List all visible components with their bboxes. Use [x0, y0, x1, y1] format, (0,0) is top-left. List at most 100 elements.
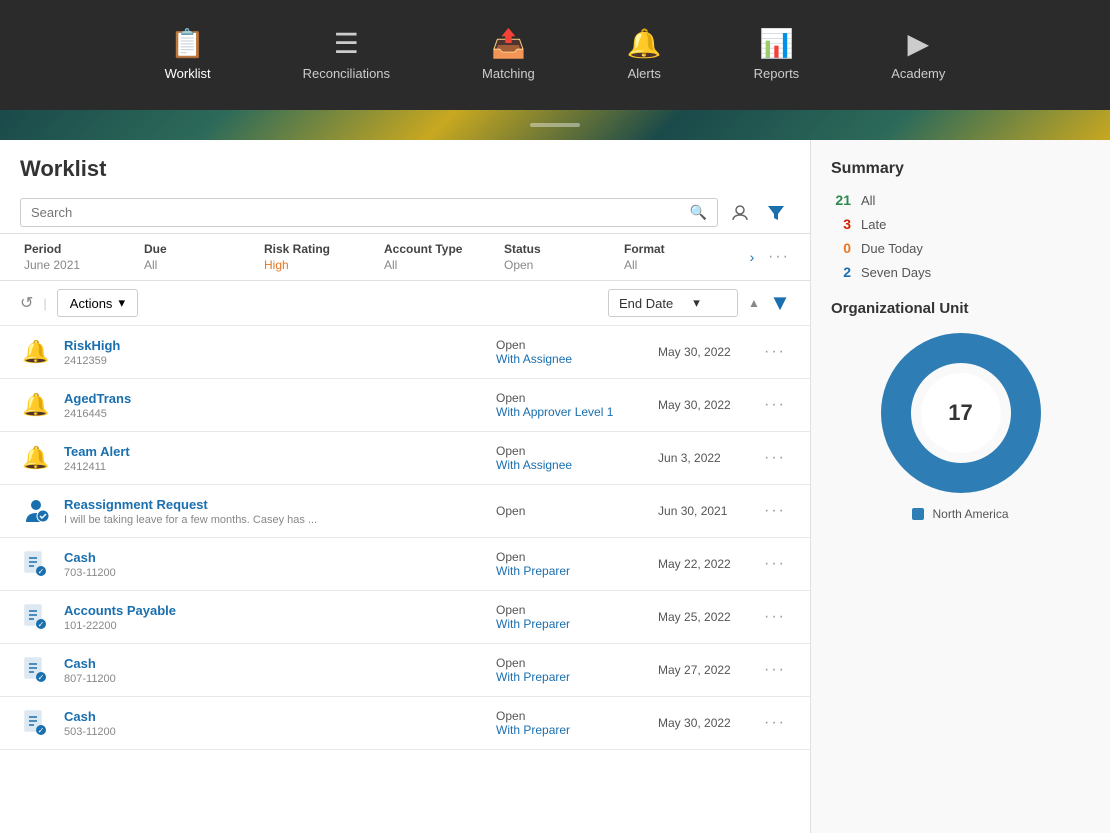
- item-menu-button[interactable]: ···: [760, 396, 790, 414]
- list-item[interactable]: ✓ Accounts Payable 101-22200 Open With P…: [0, 591, 810, 644]
- item-info: Cash 503-11200: [64, 709, 484, 738]
- item-name[interactable]: Reassignment Request: [64, 497, 208, 512]
- status-text: Open: [496, 603, 646, 617]
- list-item[interactable]: 🔔 Team Alert 2412411 Open With Assignee …: [0, 432, 810, 485]
- assignee-text: With Preparer: [496, 670, 646, 684]
- filter-period[interactable]: Period June 2021: [20, 234, 140, 280]
- status-text: Open: [496, 338, 646, 352]
- item-info: Cash 703-11200: [64, 550, 484, 579]
- banner-handle: [530, 123, 580, 127]
- filter-format[interactable]: Format All: [620, 234, 740, 280]
- refresh-button[interactable]: ↺: [20, 293, 33, 313]
- item-date: May 30, 2022: [658, 716, 748, 730]
- filter-next-icon[interactable]: ›: [740, 245, 764, 269]
- status-text: Open: [496, 444, 646, 458]
- legend-item-north-america: North America: [912, 507, 1008, 521]
- sort-controls: End Date ▾ ▲ ▼: [608, 289, 790, 317]
- assignee-text: With Preparer: [496, 617, 646, 631]
- search-bar: 🔍: [0, 192, 810, 233]
- filter-more-button[interactable]: ···: [768, 248, 790, 266]
- nav-item-reconciliations[interactable]: ☰ Reconciliations: [287, 20, 406, 91]
- item-date: Jun 30, 2021: [658, 504, 748, 518]
- item-icon-doc: ✓: [20, 654, 52, 686]
- list-item[interactable]: ✓ Cash 807-11200 Open With Preparer May …: [0, 644, 810, 697]
- item-date: May 27, 2022: [658, 663, 748, 677]
- legend-label-north-america: North America: [932, 507, 1008, 521]
- filter-due-label: Due: [144, 242, 256, 256]
- item-menu-button[interactable]: ···: [760, 555, 790, 573]
- item-date: May 30, 2022: [658, 398, 748, 412]
- item-name[interactable]: Cash: [64, 550, 96, 565]
- right-panel: Summary 21 All 3 Late 0 Due Today 2 Seve…: [810, 140, 1110, 833]
- nav-label-alerts: Alerts: [628, 66, 661, 81]
- item-sub: 2412411: [64, 461, 484, 473]
- svg-text:✓: ✓: [38, 620, 45, 629]
- sort-select[interactable]: End Date ▾: [608, 289, 738, 317]
- item-name[interactable]: Accounts Payable: [64, 603, 176, 618]
- item-menu-button[interactable]: ···: [760, 714, 790, 732]
- item-name[interactable]: Cash: [64, 656, 96, 671]
- nav-item-academy[interactable]: ▶ Academy: [875, 20, 961, 91]
- alerts-icon: 🔔: [627, 30, 662, 58]
- item-status: Open With Preparer: [496, 656, 646, 684]
- summary-count-late: 3: [831, 216, 851, 232]
- bell-icon: 🔔: [22, 445, 49, 471]
- list-item[interactable]: ✓ Cash 503-11200 Open With Preparer May …: [0, 697, 810, 750]
- summary-item-late: 3 Late: [831, 216, 1090, 232]
- assignee-text: With Preparer: [496, 723, 646, 737]
- assignee-text: With Preparer: [496, 564, 646, 578]
- item-menu-button[interactable]: ···: [760, 661, 790, 679]
- item-sub: 703-11200: [64, 567, 484, 579]
- filter-risk-label: Risk Rating: [264, 242, 376, 256]
- nav-label-academy: Academy: [891, 66, 945, 81]
- item-menu-button[interactable]: ···: [760, 449, 790, 467]
- filter-risk[interactable]: Risk Rating High: [260, 234, 380, 280]
- nav-item-reports[interactable]: 📊 Reports: [738, 20, 816, 91]
- list-item[interactable]: 🔔 RiskHigh 2412359 Open With Assignee Ma…: [0, 326, 810, 379]
- user-filter-icon[interactable]: [726, 199, 754, 227]
- item-name[interactable]: Team Alert: [64, 444, 130, 459]
- svg-text:✓: ✓: [38, 673, 45, 682]
- nav-label-reconciliations: Reconciliations: [303, 66, 390, 81]
- status-text: Open: [496, 709, 646, 723]
- list-item[interactable]: Reassignment Request I will be taking le…: [0, 485, 810, 538]
- item-icon-alert: 🔔: [20, 442, 52, 474]
- banner: [0, 110, 1110, 140]
- item-name[interactable]: Cash: [64, 709, 96, 724]
- item-menu-button[interactable]: ···: [760, 502, 790, 520]
- filter-status[interactable]: Status Open: [500, 234, 620, 280]
- search-input[interactable]: [31, 205, 690, 220]
- item-sub: 503-11200: [64, 726, 484, 738]
- filter-account-type[interactable]: Account Type All: [380, 234, 500, 280]
- item-sub: 101-22200: [64, 620, 484, 632]
- nav-item-alerts[interactable]: 🔔 Alerts: [611, 20, 678, 91]
- page-title: Worklist: [0, 140, 810, 192]
- filter-icon[interactable]: [762, 199, 790, 227]
- worklist-list: 🔔 RiskHigh 2412359 Open With Assignee Ma…: [0, 326, 810, 833]
- item-status: Open: [496, 504, 646, 518]
- list-item[interactable]: 🔔 AgedTrans 2416445 Open With Approver L…: [0, 379, 810, 432]
- item-icon-alert: 🔔: [20, 336, 52, 368]
- nav-item-matching[interactable]: 📤 Matching: [466, 20, 551, 91]
- summary-count-due-today: 0: [831, 240, 851, 256]
- filter-period-value: June 2021: [24, 258, 136, 272]
- nav-item-worklist[interactable]: 📋 Worklist: [149, 20, 227, 91]
- item-menu-button[interactable]: ···: [760, 343, 790, 361]
- sort-asc-button[interactable]: ▲: [744, 293, 764, 313]
- donut-chart: 17: [881, 333, 1041, 493]
- filter-due[interactable]: Due All: [140, 234, 260, 280]
- item-name[interactable]: RiskHigh: [64, 338, 120, 353]
- item-name[interactable]: AgedTrans: [64, 391, 131, 406]
- nav-bar: 📋 Worklist ☰ Reconciliations 📤 Matching …: [0, 0, 1110, 110]
- item-icon-doc: ✓: [20, 601, 52, 633]
- svg-text:✓: ✓: [38, 567, 45, 576]
- list-item[interactable]: ✓ Cash 703-11200 Open With Preparer May …: [0, 538, 810, 591]
- search-icon: 🔍: [690, 204, 707, 221]
- item-menu-button[interactable]: ···: [760, 608, 790, 626]
- search-input-wrap[interactable]: 🔍: [20, 198, 718, 227]
- worklist-icon: 📋: [170, 30, 205, 58]
- actions-button[interactable]: Actions ▾: [57, 289, 138, 317]
- item-info: Cash 807-11200: [64, 656, 484, 685]
- sort-desc-button[interactable]: ▼: [770, 293, 790, 313]
- filter-account-type-label: Account Type: [384, 242, 496, 256]
